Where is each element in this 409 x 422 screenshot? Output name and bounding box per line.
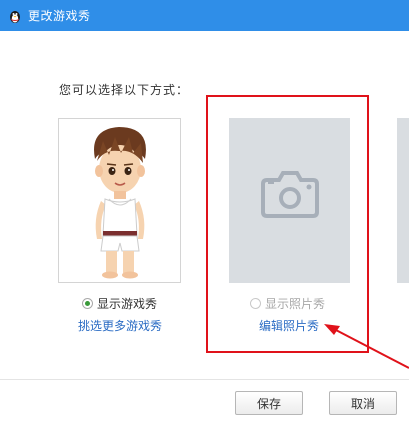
save-button[interactable]: 保存 [235, 391, 303, 415]
instruction-text: 您可以选择以下方式： [59, 83, 190, 97]
title-bar[interactable]: 更改游戏秀 [0, 0, 409, 31]
red-arrow-icon [324, 324, 409, 369]
show-avatar-label: 显示游戏秀 [97, 297, 158, 311]
cartoon-avatar-image [94, 127, 146, 279]
window-title: 更改游戏秀 [28, 9, 91, 23]
change-game-show-dialog: 更改游戏秀 您可以选择以下方式： 显示游戏秀 挑选更多游戏秀 显示照片秀 编辑照… [0, 0, 409, 422]
show-photo-radio[interactable]: 显示照片秀 [250, 295, 325, 312]
choose-more-avatars-link[interactable]: 挑选更多游戏秀 [78, 317, 162, 334]
photo-show-placeholder-card[interactable] [229, 118, 350, 283]
avatar-preview-card[interactable] [58, 118, 181, 283]
show-avatar-radio[interactable]: 显示游戏秀 [82, 295, 157, 312]
cancel-button[interactable]: 取消 [329, 391, 397, 415]
penguin-icon [7, 8, 23, 24]
show-photo-label: 显示照片秀 [265, 297, 326, 311]
radio-unselected-icon[interactable] [250, 298, 261, 309]
camera-icon [261, 171, 319, 218]
third-option-card-partial[interactable] [397, 118, 409, 283]
edit-photo-show-link[interactable]: 编辑照片秀 [259, 317, 319, 334]
radio-selected-icon[interactable] [82, 298, 93, 309]
footer-divider [0, 379, 409, 380]
